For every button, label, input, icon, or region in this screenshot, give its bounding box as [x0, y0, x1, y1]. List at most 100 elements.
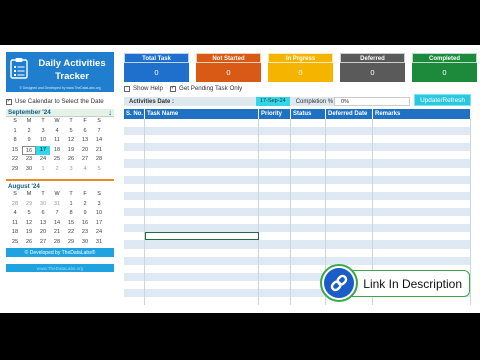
table-cell[interactable]: [124, 216, 145, 225]
table-cell[interactable]: [259, 183, 291, 192]
calendar-day[interactable]: 3: [92, 200, 106, 210]
table-cell[interactable]: [145, 280, 259, 289]
calendar-day[interactable]: 12: [22, 219, 36, 229]
table-cell[interactable]: [145, 208, 259, 217]
table-cell[interactable]: [373, 183, 471, 192]
table-cell[interactable]: [145, 159, 259, 168]
table-cell[interactable]: [291, 208, 326, 217]
table-cell[interactable]: [326, 143, 373, 152]
table-cell[interactable]: [145, 240, 259, 249]
calendar-day[interactable]: 31: [92, 238, 106, 248]
column-header[interactable]: Remarks: [373, 109, 471, 119]
table-cell[interactable]: [373, 248, 471, 257]
calendar-day[interactable]: 27: [78, 155, 92, 165]
calendar-day[interactable]: 7: [50, 209, 64, 219]
table-cell[interactable]: [326, 175, 373, 184]
table-cell[interactable]: [259, 127, 291, 136]
table-cell[interactable]: [259, 248, 291, 257]
calendar-day[interactable]: 18: [50, 146, 64, 156]
table-cell[interactable]: [259, 208, 291, 217]
calendar-day[interactable]: 13: [36, 219, 50, 229]
table-cell[interactable]: [145, 256, 259, 265]
table-cell[interactable]: [145, 297, 259, 306]
table-cell[interactable]: [291, 151, 326, 160]
column-header[interactable]: Deferred Date: [326, 109, 373, 119]
table-cell[interactable]: [145, 191, 259, 200]
table-cell[interactable]: [326, 183, 373, 192]
table-cell[interactable]: [259, 199, 291, 209]
table-cell[interactable]: [124, 232, 145, 241]
table-cell[interactable]: [124, 167, 145, 176]
table-cell[interactable]: [259, 297, 291, 306]
show-help-option[interactable]: Show Help: [124, 85, 163, 92]
table-cell[interactable]: [145, 288, 259, 298]
table-cell[interactable]: [259, 256, 291, 265]
table-cell[interactable]: [291, 119, 326, 128]
column-header[interactable]: Priority: [259, 109, 291, 119]
link-badge[interactable]: Link In Description: [320, 264, 471, 302]
table-cell[interactable]: [373, 175, 471, 184]
table-cell[interactable]: [259, 216, 291, 225]
table-cell[interactable]: [124, 143, 145, 152]
badge-circle[interactable]: [320, 264, 358, 302]
table-cell[interactable]: [291, 232, 326, 241]
table-cell[interactable]: [145, 224, 259, 233]
table-cell[interactable]: [291, 191, 326, 200]
table-cell[interactable]: [326, 167, 373, 176]
table-cell[interactable]: [145, 175, 259, 184]
table-cell[interactable]: [373, 151, 471, 160]
table-cell[interactable]: [124, 297, 145, 306]
table-cell[interactable]: [124, 191, 145, 200]
calendar-day[interactable]: 2: [50, 165, 64, 175]
table-cell[interactable]: [124, 159, 145, 168]
table-cell[interactable]: [124, 248, 145, 257]
pending-only-checkbox[interactable]: ✓: [170, 85, 176, 92]
table-cell[interactable]: [259, 272, 291, 281]
table-cell[interactable]: [259, 280, 291, 289]
calendar-day[interactable]: 17: [36, 145, 50, 155]
table-cell[interactable]: [326, 159, 373, 168]
calendar-day[interactable]: 11: [50, 136, 64, 146]
table-cell[interactable]: [124, 280, 145, 289]
pending-only-option[interactable]: ✓ Get Pending Task Only: [170, 85, 242, 92]
down-arrow-icon[interactable]: ↓: [108, 108, 114, 117]
table-cell[interactable]: [145, 199, 259, 209]
table-cell[interactable]: [326, 224, 373, 233]
table-cell[interactable]: [145, 127, 259, 136]
table-cell[interactable]: [259, 159, 291, 168]
table-cell[interactable]: [124, 272, 145, 281]
calendar-day[interactable]: 25: [50, 155, 64, 165]
calendar-day[interactable]: 20: [78, 146, 92, 156]
calendar-day[interactable]: 14: [92, 136, 106, 146]
table-cell[interactable]: [259, 167, 291, 176]
use-calendar-checkbox[interactable]: ✓: [6, 98, 12, 105]
calendar-day[interactable]: 19: [64, 146, 78, 156]
table-cell[interactable]: [145, 248, 259, 257]
calendar-day[interactable]: 10: [92, 209, 106, 219]
calendar-day[interactable]: 17: [92, 219, 106, 229]
table-cell[interactable]: [259, 119, 291, 128]
calendar-day[interactable]: 26: [22, 238, 36, 248]
calendar-day[interactable]: 22: [8, 155, 22, 165]
calendar-day[interactable]: 7: [92, 127, 106, 137]
calendar-day[interactable]: 29: [64, 238, 78, 248]
table-cell[interactable]: [124, 119, 145, 128]
table-cell[interactable]: [291, 240, 326, 249]
calendar-day[interactable]: 4: [50, 127, 64, 137]
table-cell[interactable]: [124, 240, 145, 249]
calendar-day[interactable]: 22: [64, 228, 78, 238]
table-cell[interactable]: [291, 248, 326, 257]
table-cell[interactable]: [326, 127, 373, 136]
table-cell[interactable]: [124, 175, 145, 184]
calendar-day[interactable]: 28: [8, 200, 22, 210]
calendar-day[interactable]: 18: [8, 228, 22, 238]
calendar-day[interactable]: 16: [22, 145, 36, 155]
table-cell[interactable]: [291, 143, 326, 152]
table-cell[interactable]: [373, 191, 471, 200]
table-cell[interactable]: [124, 183, 145, 192]
calendar-day[interactable]: 12: [64, 136, 78, 146]
calendar-day[interactable]: 3: [36, 127, 50, 137]
calendar-day[interactable]: 15: [64, 219, 78, 229]
table-cell[interactable]: [291, 183, 326, 192]
calendar-day[interactable]: 10: [36, 136, 50, 146]
